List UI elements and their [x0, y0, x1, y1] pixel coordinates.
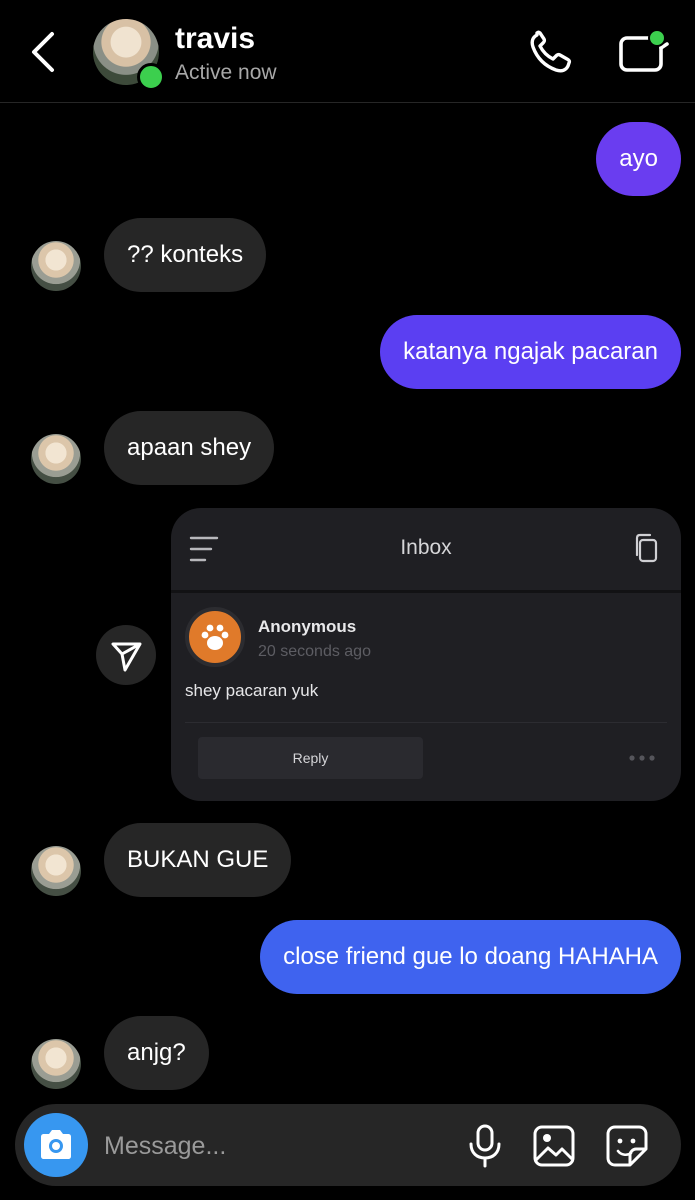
gallery-icon[interactable]: [532, 1124, 576, 1168]
anonymous-avatar: [185, 607, 245, 667]
camera-icon: [41, 1130, 71, 1159]
message-input[interactable]: [104, 1128, 434, 1164]
card-header: Inbox: [171, 508, 681, 593]
contact-avatar-small[interactable]: [31, 434, 81, 484]
phone-icon[interactable]: [527, 30, 575, 74]
sticker-icon[interactable]: [605, 1124, 649, 1168]
reply-button[interactable]: Reply: [198, 737, 423, 779]
camera-button[interactable]: [24, 1113, 88, 1177]
sent-message-bubble[interactable]: ayo: [596, 122, 681, 196]
microphone-icon[interactable]: [466, 1124, 504, 1168]
message-composer: [15, 1104, 681, 1186]
received-message-bubble[interactable]: ?? konteks: [104, 218, 267, 292]
share-button[interactable]: [96, 625, 156, 685]
copy-icon: [635, 533, 658, 563]
received-message-bubble[interactable]: apaan shey: [104, 411, 275, 485]
sender-name: Anonymous: [258, 617, 357, 636]
send-icon: [111, 642, 142, 672]
contact-avatar-small[interactable]: [31, 1039, 81, 1089]
contact-status: Active now: [175, 61, 277, 84]
sent-message-bubble[interactable]: katanya ngajak pacaran: [380, 315, 681, 389]
sent-message-bubble[interactable]: close friend gue lo doang HAHAHA: [260, 920, 681, 994]
online-status-indicator: [137, 63, 165, 91]
contact-name[interactable]: travis: [175, 22, 255, 56]
card-title: Inbox: [400, 536, 452, 559]
video-camera-icon[interactable]: [615, 28, 671, 76]
anonymous-message: shey pacaran yuk: [185, 681, 319, 700]
shared-inbox-card[interactable]: Inbox Anonymous 20 seconds ago shey paca…: [171, 508, 681, 801]
chat-header: travis Active now: [0, 0, 695, 103]
back-arrow-icon[interactable]: [26, 30, 62, 74]
received-message-bubble[interactable]: anjg?: [104, 1016, 209, 1090]
more-options-icon[interactable]: [629, 755, 655, 761]
received-message-bubble[interactable]: BUKAN GUE: [104, 823, 292, 897]
paw-icon: [201, 624, 229, 650]
message-time: 20 seconds ago: [258, 643, 371, 660]
divider: [185, 722, 667, 723]
contact-avatar-small[interactable]: [31, 846, 81, 896]
contact-avatar-small[interactable]: [31, 241, 81, 291]
